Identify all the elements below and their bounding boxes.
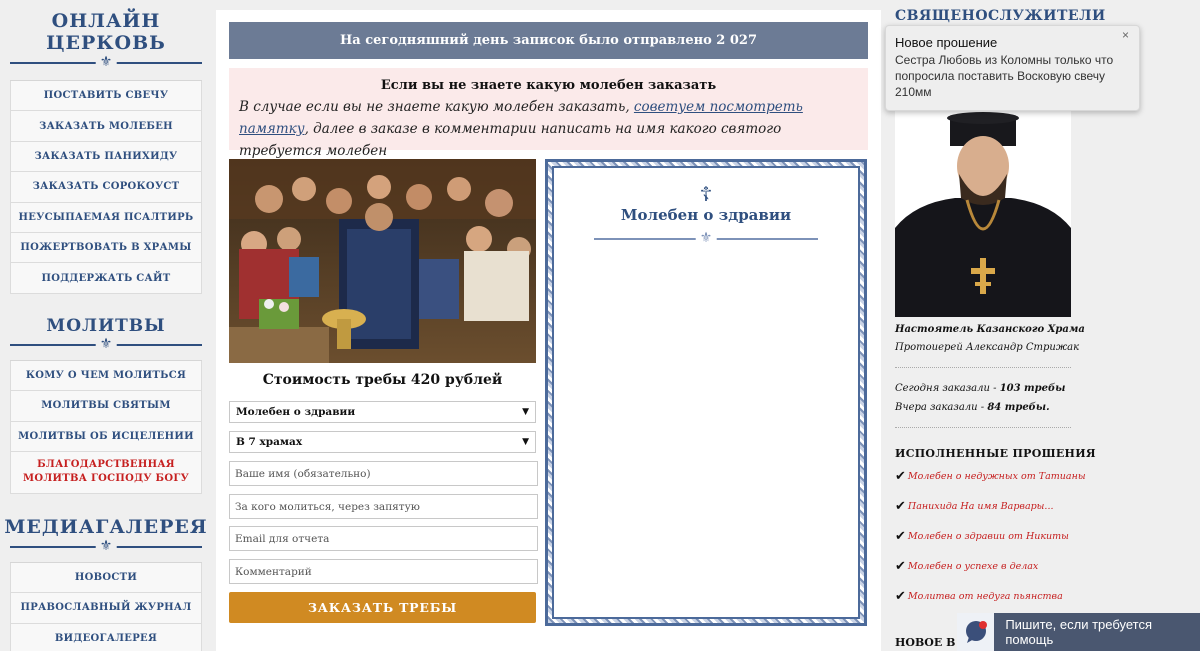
ornament-divider: ⚜ <box>10 54 202 70</box>
fulfilled-request-text: Панихида На имя Варвары... <box>907 501 1054 512</box>
fulfilled-request-item[interactable]: ✔ Молитва от недуга пьянства <box>895 589 1063 604</box>
fleur-icon: ⚜ <box>95 537 117 554</box>
church-service-photo <box>229 159 536 363</box>
menu-media: НОВОСТИ ПРАВОСЛАВНЫЙ ЖУРНАЛ ВИДЕОГАЛЕРЕЯ <box>10 561 202 651</box>
orthodox-cross-icon: ☦ <box>699 182 713 206</box>
dropdown-arrow-icon: ▼ <box>522 437 529 447</box>
main-content: На сегодняшний день записок было отправл… <box>216 10 881 651</box>
comment-field-placeholder: Комментарий <box>235 565 312 578</box>
ornament-divider: ⚜ <box>10 335 202 352</box>
menu-item-sorokoust[interactable]: ЗАКАЗАТЬ СОРОКОУСТ <box>10 172 202 203</box>
chat-widget[interactable]: Пишите, если требуется помощь <box>957 613 1200 651</box>
email-field[interactable]: Email для отчета <box>229 526 538 551</box>
dropdown-arrow-icon: ▼ <box>522 407 529 417</box>
counter-banner: На сегодняшний день записок было отправл… <box>229 22 868 59</box>
fulfilled-request-text: Молебен о успехе в делах <box>907 561 1039 572</box>
new-request-toast: × Новое прошение Сестра Любовь из Коломн… <box>885 25 1140 111</box>
temples-select-value: В 7 храмах <box>236 436 303 448</box>
fulfilled-request-item[interactable]: ✔ Молебен о здравии от Никиты <box>895 529 1069 544</box>
fleur-icon: ⚜ <box>95 54 117 70</box>
checkmark-icon: ✔ <box>895 469 906 484</box>
divider <box>895 367 1071 368</box>
menu-item-moleben[interactable]: ЗАКАЗАТЬ МОЛЕБЕН <box>10 111 202 142</box>
today-value: 103 требы <box>999 383 1066 394</box>
service-select[interactable]: Молебен о здравии ▼ <box>229 401 536 423</box>
clergy-title: СВЯЩЕНОСЛУЖИТЕЛИ <box>895 8 1106 24</box>
comment-field[interactable]: Комментарий <box>229 559 538 584</box>
menu-item-whom-to-pray[interactable]: КОМУ О ЧЕМ МОЛИТЬСЯ <box>10 360 202 392</box>
menu-item-donate[interactable]: ПОЖЕРТВОВАТЬ В ХРАМЫ <box>10 232 202 264</box>
menu-online-church: ПОСТАВИТЬ СВЕЧУ ЗАКАЗАТЬ МОЛЕБЕН ЗАКАЗАТ… <box>10 80 202 294</box>
priest-caption: Настоятель Казанского Храма <box>895 324 1085 335</box>
menu-item-thanksgiving-prayer[interactable]: БЛАГОДАРСТВЕННАЯ МОЛИТВА ГОСПОДУ БОГУ <box>10 451 202 494</box>
today-label: Сегодня заказали - <box>895 383 1000 394</box>
service-select-value: Молебен о здравии <box>236 406 356 418</box>
menu-item-news[interactable]: НОВОСТИ <box>10 562 202 594</box>
menu-item-support[interactable]: ПОДДЕРЖАТЬ САЙТ <box>10 263 202 294</box>
yesterday-orders: Вчера заказали - 84 требы. <box>895 402 1050 413</box>
price-text: Стоимость требы 420 рублей <box>262 372 503 388</box>
for-whom-field[interactable]: За кого молиться, через запятую <box>229 494 538 519</box>
page: ОНЛАЙН ЦЕРКОВЬ ⚜ ПОСТАВИТЬ СВЕЧУ ЗАКАЗАТ… <box>0 0 1200 651</box>
section-title-prayers: МОЛИТВЫ <box>46 315 166 336</box>
menu-prayers: КОМУ О ЧЕМ МОЛИТЬСЯ МОЛИТВЫ СВЯТЫМ МОЛИТ… <box>10 359 202 494</box>
checkmark-icon: ✔ <box>895 499 906 514</box>
toast-text: Сестра Любовь из Коломны только что попр… <box>895 53 1114 99</box>
yesterday-value: 84 требы. <box>987 402 1050 413</box>
close-icon[interactable]: × <box>1122 28 1129 42</box>
notice-text: В случае если вы не знаете какую молебен… <box>239 96 858 162</box>
chat-bubble-icon <box>957 613 995 651</box>
priest-photo <box>895 108 1071 317</box>
left-sidebar: ОНЛАЙН ЦЕРКОВЬ ⚜ ПОСТАВИТЬ СВЕЧУ ЗАКАЗАТ… <box>0 0 212 651</box>
name-field[interactable]: Ваше имя (обязательно) <box>229 461 538 486</box>
notice-title: Если вы не знаете какую молебен заказать <box>380 78 717 93</box>
priest-name: Протоиерей Александр Стрижак <box>895 342 1080 353</box>
today-orders: Сегодня заказали - 103 требы <box>895 383 1065 394</box>
checkmark-icon: ✔ <box>895 589 906 604</box>
menu-item-psalter[interactable]: НЕУСЫПАЕМАЯ ПСАЛТИРЬ <box>10 202 202 233</box>
note-frame: ☦ Молебен о здравии ⚜ <box>545 159 867 626</box>
fleur-icon: ⚜ <box>695 230 717 246</box>
menu-item-saints-prayers[interactable]: МОЛИТВЫ СВЯТЫМ <box>10 391 202 422</box>
note-frame-inner: ☦ Молебен о здравии ⚜ <box>552 166 860 619</box>
notice-text-after: , далее в заказе в комментарии написать … <box>239 121 782 159</box>
fulfilled-request-text: Молитва от недуга пьянства <box>907 591 1063 602</box>
note-frame-title: Молебен о здравии <box>620 206 792 224</box>
notice-box: Если вы не знаете какую молебен заказать… <box>229 68 868 159</box>
menu-item-journal[interactable]: ПРАВОСЛАВНЫЙ ЖУРНАЛ <box>10 593 202 624</box>
toast-title: Новое прошение <box>895 35 998 50</box>
section-title-online-church: ОНЛАЙН ЦЕРКОВЬ <box>46 10 166 54</box>
yesterday-label: Вчера заказали - <box>895 402 988 413</box>
for-whom-field-placeholder: За кого молиться, через запятую <box>235 500 420 513</box>
ornament-divider: ⚜ <box>594 230 818 246</box>
checkmark-icon: ✔ <box>895 559 906 574</box>
fulfilled-request-text: Молебен о недужных от Татианы <box>907 471 1086 482</box>
menu-item-candle[interactable]: ПОСТАВИТЬ СВЕЧУ <box>10 81 202 112</box>
menu-item-video[interactable]: ВИДЕОГАЛЕРЕЯ <box>10 623 202 651</box>
menu-item-healing-prayers[interactable]: МОЛИТВЫ ОБ ИСЦЕЛЕНИИ <box>10 421 202 452</box>
fulfilled-request-item[interactable]: ✔ Молебен о недужных от Татианы <box>895 469 1086 484</box>
order-button[interactable]: ЗАКАЗАТЬ ТРЕБЫ <box>229 592 536 623</box>
temples-select[interactable]: В 7 храмах ▼ <box>229 431 536 453</box>
email-field-placeholder: Email для отчета <box>235 532 330 545</box>
fulfilled-request-item[interactable]: ✔ Молебен о успехе в делах <box>895 559 1038 574</box>
fulfilled-request-item[interactable]: ✔ Панихида На имя Варвары... <box>895 499 1053 514</box>
fleur-icon: ⚜ <box>95 335 117 352</box>
fulfilled-request-text: Молебен о здравии от Никиты <box>907 531 1069 542</box>
menu-item-panikhida[interactable]: ЗАКАЗАТЬ ПАНИХИДУ <box>10 141 202 173</box>
section-title-media: МЕДИАГАЛЕРЕЯ <box>4 515 208 538</box>
notice-text-before: В случае если вы не знаете какую молебен… <box>239 99 634 115</box>
fulfilled-requests-title: ИСПОЛНЕННЫЕ ПРОШЕНИЯ <box>895 447 1096 460</box>
ornament-divider: ⚜ <box>10 537 202 554</box>
checkmark-icon: ✔ <box>895 529 906 544</box>
chat-label: Пишите, если требуется помощь <box>1005 617 1153 647</box>
divider <box>895 427 1071 428</box>
name-field-placeholder: Ваше имя (обязательно) <box>235 467 371 480</box>
